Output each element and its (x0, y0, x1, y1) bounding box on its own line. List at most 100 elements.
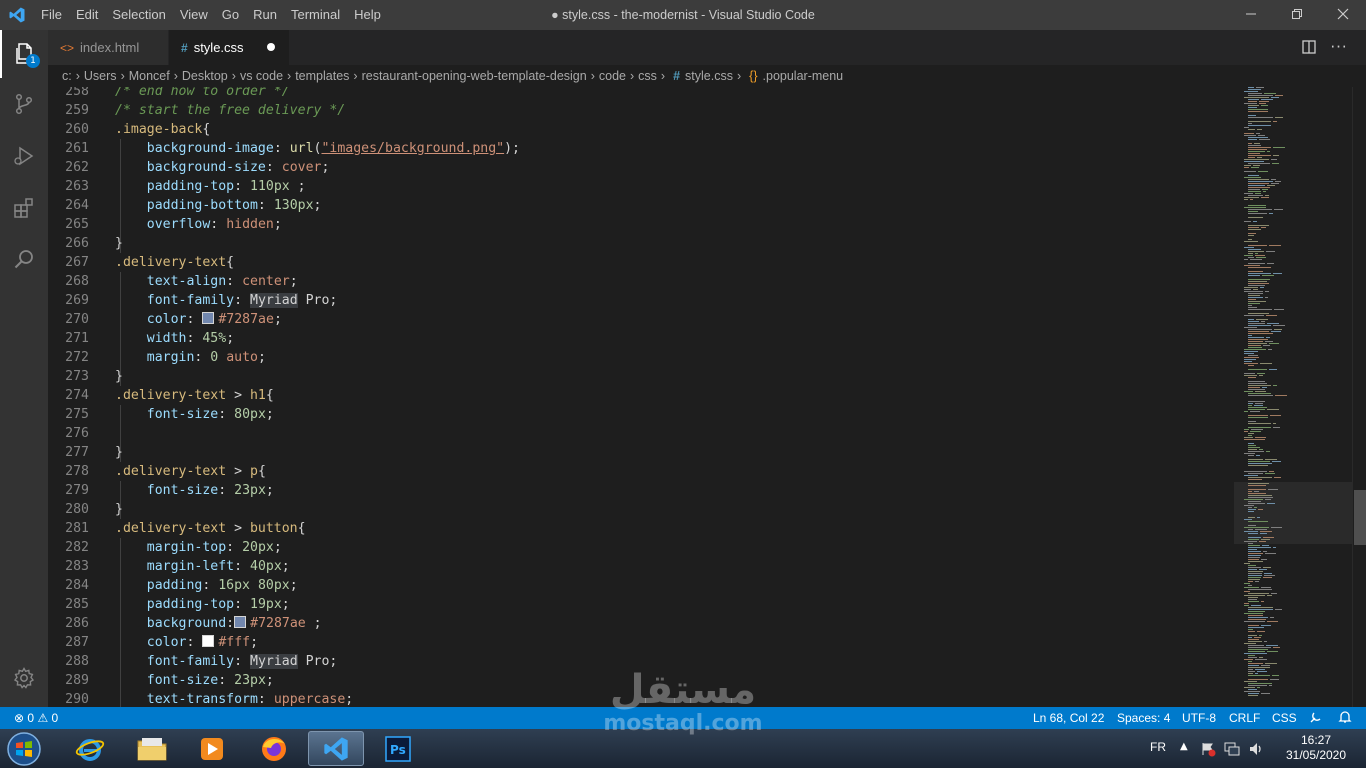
breadcrumb-item[interactable]: restaurant-opening-web-template-design (362, 69, 587, 83)
split-editor-button[interactable] (1299, 37, 1319, 57)
minimap-line (1255, 673, 1258, 674)
breadcrumb-item[interactable]: Desktop (182, 69, 228, 83)
code-editor[interactable]: 258 /* end how to order */ 259 /* start the… (48, 87, 1234, 707)
minimize-button[interactable] (1228, 0, 1274, 30)
code-line[interactable]: 280} (48, 500, 1234, 519)
run-debug-button[interactable] (0, 132, 48, 180)
code-line[interactable]: 258 /* end how to order */ (48, 87, 1234, 101)
start-button-icon[interactable] (4, 730, 44, 768)
code-line[interactable]: 272 margin: 0 auto; (48, 348, 1234, 367)
code-line[interactable]: 279 font-size: 23px; (48, 481, 1234, 500)
code-line[interactable]: 276 (48, 424, 1234, 443)
close-button[interactable] (1320, 0, 1366, 30)
code-line[interactable]: 269 font-family: Myriad Pro; (48, 291, 1234, 310)
taskbar-photoshop[interactable]: Ps (370, 731, 426, 766)
code-line[interactable]: 270 color: #7287ae; (48, 310, 1234, 329)
code-line[interactable]: 263 padding-top: 110px ; (48, 177, 1234, 196)
code-line[interactable]: 289 font-size: 23px; (48, 671, 1234, 690)
menu-edit[interactable]: Edit (69, 0, 105, 30)
code-line[interactable]: 260 .image-back{ (48, 120, 1234, 139)
language-mode[interactable]: CSS (1272, 707, 1297, 729)
minimap-line (1260, 363, 1272, 364)
code-line[interactable]: 274 .delivery-text > h1{ (48, 386, 1234, 405)
code-line[interactable]: 290 text-transform: uppercase; (48, 690, 1234, 707)
code-line[interactable]: 282 margin-top: 20px; (48, 538, 1234, 557)
menu-terminal[interactable]: Terminal (284, 0, 347, 30)
more-actions-button[interactable]: ··· (1329, 37, 1349, 57)
code-line[interactable]: 273} (48, 367, 1234, 386)
breadcrumb-item[interactable]: css (638, 69, 657, 83)
code-line[interactable]: 281 .delivery-text > button{ (48, 519, 1234, 538)
cursor-position[interactable]: Ln 68, Col 22 (1033, 707, 1104, 729)
code-line[interactable]: 268 text-align: center; (48, 272, 1234, 291)
taskbar-vscode[interactable] (308, 731, 364, 766)
volume-icon[interactable] (1248, 741, 1264, 757)
vertical-scrollbar[interactable] (1352, 87, 1366, 707)
menu-go[interactable]: Go (215, 0, 246, 30)
restore-button[interactable] (1274, 0, 1320, 30)
taskbar-firefox[interactable] (246, 731, 302, 766)
menu-selection[interactable]: Selection (105, 0, 172, 30)
menu-run[interactable]: Run (246, 0, 284, 30)
taskbar-media-player[interactable] (184, 731, 240, 766)
breadcrumb-item[interactable]: code (599, 69, 626, 83)
action-center-flag-icon[interactable] (1200, 741, 1216, 757)
code-line[interactable]: 286 background: #7287ae ; (48, 614, 1234, 633)
scrollbar-thumb[interactable] (1354, 490, 1366, 545)
encoding[interactable]: UTF-8 (1182, 707, 1216, 729)
minimap-line (1248, 451, 1264, 452)
input-language[interactable]: FR (1150, 740, 1166, 754)
taskbar-file-explorer[interactable] (124, 731, 180, 766)
breadcrumb-item[interactable]: c: (62, 69, 72, 83)
breadcrumb-item[interactable]: Moncef (129, 69, 170, 83)
minimap[interactable] (1234, 87, 1352, 707)
breadcrumb-item[interactable]: style.css (685, 69, 733, 83)
code-line[interactable]: 283 margin-left: 40px; (48, 557, 1234, 576)
code-line[interactable]: 265 overflow: hidden; (48, 215, 1234, 234)
code-line[interactable]: 284 padding: 16px 80px; (48, 576, 1234, 595)
menu-file[interactable]: File (34, 0, 69, 30)
code-line[interactable]: 264 padding-bottom: 130px; (48, 196, 1234, 215)
manage-button[interactable] (0, 654, 48, 702)
network-icon[interactable] (1224, 741, 1240, 757)
code-line[interactable]: 288 font-family: Myriad Pro; (48, 652, 1234, 671)
notifications-button[interactable] (1338, 707, 1352, 729)
color-swatch[interactable] (202, 312, 215, 324)
code-line[interactable]: 266} (48, 234, 1234, 253)
code-line[interactable]: 277} (48, 443, 1234, 462)
end-of-line[interactable]: CRLF (1229, 707, 1260, 729)
breadcrumb-item[interactable]: .popular-menu (763, 69, 844, 83)
warning-icon: ⚠ (37, 711, 49, 725)
code-line[interactable]: 259 /* start the free delivery */ (48, 101, 1234, 120)
menu-view[interactable]: View (173, 0, 215, 30)
code-line[interactable]: 278 .delivery-text > p{ (48, 462, 1234, 481)
code-line[interactable]: 275 font-size: 80px; (48, 405, 1234, 424)
breadcrumb-item[interactable]: Users (84, 69, 117, 83)
tab-style-css[interactable]: # style.css (169, 30, 289, 65)
vscode-logo-icon[interactable] (8, 6, 26, 24)
code-line[interactable]: 262 background-size: cover; (48, 158, 1234, 177)
clock[interactable]: 16:27 31/05/2020 (1278, 733, 1354, 763)
feedback-button[interactable] (1309, 707, 1323, 729)
explorer-button[interactable]: 1 (0, 30, 48, 78)
menu-help[interactable]: Help (347, 0, 388, 30)
code-line[interactable]: 267 .delivery-text{ (48, 253, 1234, 272)
extensions-button[interactable] (0, 184, 48, 232)
color-swatch[interactable] (202, 635, 215, 647)
code-line[interactable]: 285 padding-top: 19px; (48, 595, 1234, 614)
breadcrumb-item[interactable]: templates (295, 69, 349, 83)
indentation[interactable]: Spaces: 4 (1117, 707, 1170, 729)
problems-indicator[interactable]: ⊗ 0 ⚠ 0 (14, 707, 58, 729)
unsaved-dot-icon[interactable] (267, 43, 275, 51)
line-code: font-family: Myriad Pro; (115, 291, 337, 310)
show-hidden-icons-button[interactable]: ▲ (1180, 741, 1188, 752)
source-control-button[interactable] (0, 80, 48, 128)
code-line[interactable]: 287 color: #fff; (48, 633, 1234, 652)
code-line[interactable]: 271 width: 45%; (48, 329, 1234, 348)
search-button[interactable] (0, 236, 48, 284)
breadcrumb-item[interactable]: vs code (240, 69, 283, 83)
color-swatch[interactable] (234, 616, 247, 628)
tab-index-html[interactable]: <> index.html (48, 30, 168, 65)
taskbar-internet-explorer[interactable] (62, 731, 118, 766)
code-line[interactable]: 261 background-image: url("images/backgr… (48, 139, 1234, 158)
